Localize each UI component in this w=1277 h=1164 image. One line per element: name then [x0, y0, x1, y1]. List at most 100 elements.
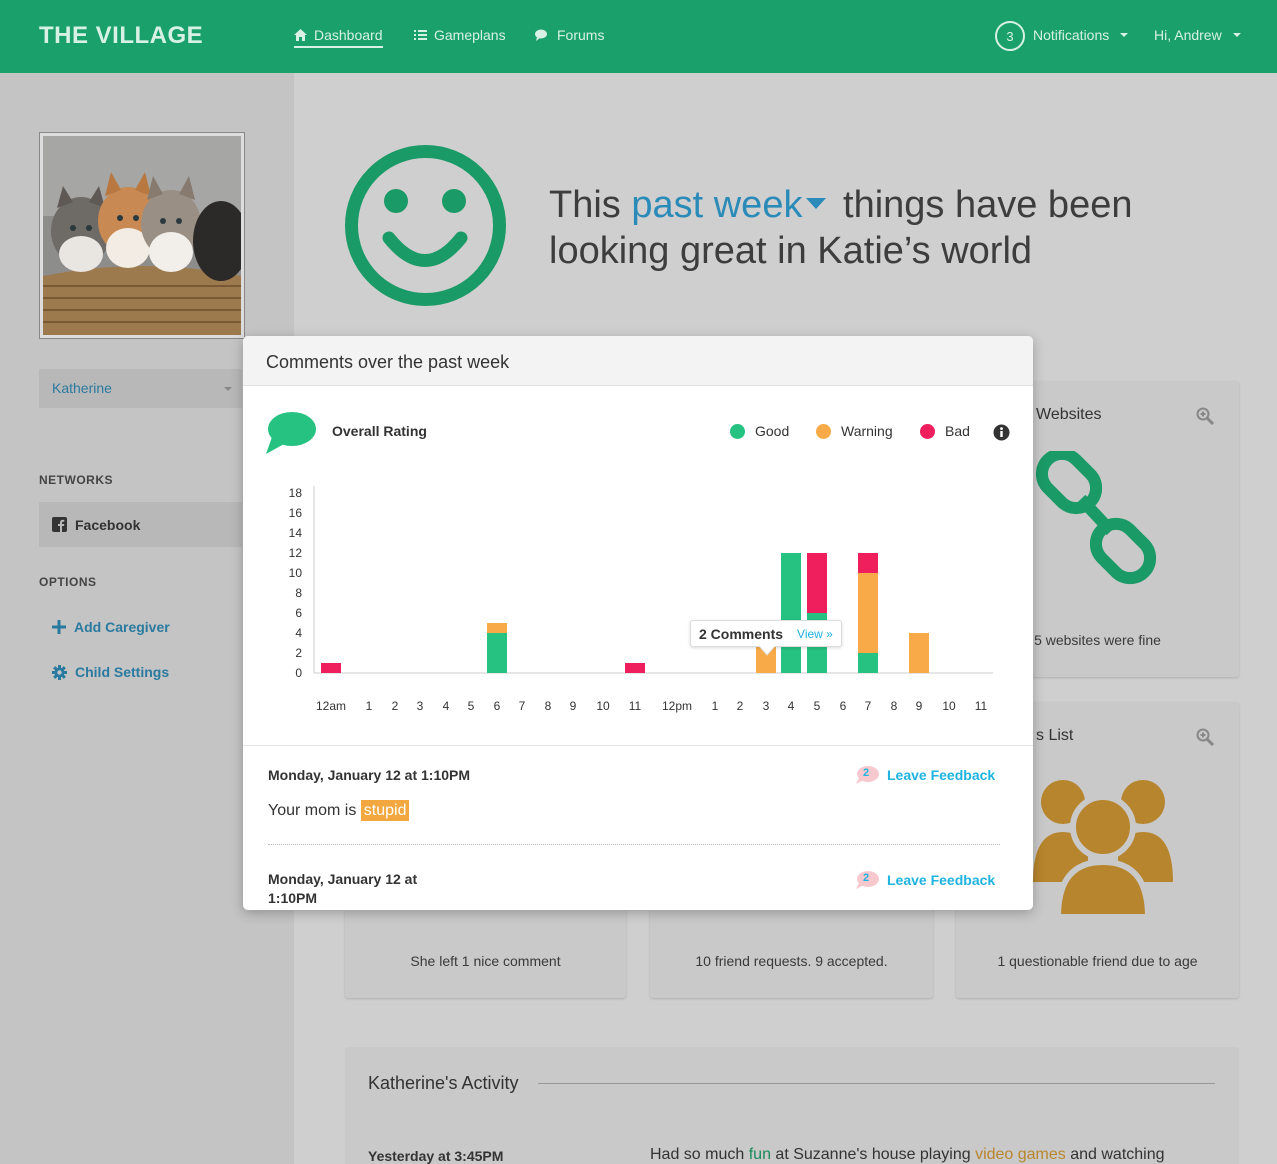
- activity-panel: Katherine's Activity Yesterday at 3:45PM…: [345, 1047, 1239, 1164]
- user-menu-label: Hi, Andrew: [1154, 27, 1222, 43]
- kittens-photo: [43, 136, 249, 335]
- legend-label: Bad: [945, 423, 970, 439]
- leave-feedback-link[interactable]: 2 Leave Feedback: [855, 765, 995, 785]
- tooltip-view-link[interactable]: View »: [797, 627, 833, 641]
- y-tick-label: 4: [295, 626, 302, 640]
- x-tick-label: 3: [763, 699, 770, 713]
- chevron-down-icon[interactable]: [806, 198, 827, 210]
- bar-segment-warning[interactable]: [858, 573, 878, 653]
- x-tick-label: 10: [596, 699, 610, 713]
- x-tick-label: 12pm: [662, 699, 692, 713]
- legend-dot: [816, 423, 831, 439]
- bar-segment-bad[interactable]: [807, 553, 827, 613]
- bar-segment-warning[interactable]: [487, 623, 507, 633]
- comment-date: Monday, January 12 at 1:10PM: [268, 871, 418, 906]
- rating-row: Overall Rating Good Warning Bad: [266, 411, 1011, 455]
- x-tick-label: 6: [494, 699, 501, 713]
- add-caregiver-link[interactable]: Add Caregiver: [52, 619, 170, 635]
- notifications-dropdown[interactable]: Notifications: [1033, 27, 1129, 43]
- activity-title: Katherine's Activity: [368, 1073, 519, 1093]
- chat-icon: [535, 29, 547, 41]
- activity-text: Had so much fun at Suzanne's house playi…: [650, 1146, 1165, 1164]
- list-icon: [414, 30, 427, 40]
- y-tick-label: 6: [295, 606, 302, 620]
- comment-date: Monday, January 12 at 1:10PM: [268, 767, 471, 783]
- child-settings-link[interactable]: Child Settings: [52, 664, 169, 680]
- comments-card[interactable]: She left 1 nice comment: [345, 900, 626, 998]
- flagged-word: stupid: [360, 800, 410, 821]
- networks-heading: NETWORKS: [39, 473, 113, 487]
- legend-label: Warning: [841, 423, 893, 439]
- chevron-down-icon: [1120, 33, 1129, 37]
- bar-segment-bad[interactable]: [321, 663, 341, 673]
- modal-divider: [243, 745, 1033, 746]
- user-menu[interactable]: Hi, Andrew: [1154, 27, 1241, 43]
- overall-rating-label: Overall Rating: [332, 423, 427, 439]
- friends-list-card-title: s List: [1036, 727, 1074, 744]
- y-tick-label: 14: [289, 526, 303, 540]
- tooltip-pointer: [759, 646, 775, 656]
- x-tick-label: 5: [814, 699, 821, 713]
- nav-dashboard-label: Dashboard: [314, 27, 383, 43]
- feedback-count: 2: [863, 872, 870, 884]
- bar-segment-bad[interactable]: [858, 553, 878, 573]
- hero-prefix: This: [549, 184, 632, 226]
- bar-segment-good[interactable]: [781, 553, 801, 673]
- nav-forums-label: Forums: [557, 27, 605, 43]
- nav-gameplans[interactable]: Gameplans: [414, 27, 506, 43]
- comment-text-part: Your mom is: [268, 802, 361, 819]
- x-tick-label: 7: [519, 699, 526, 713]
- x-tick-label: 11: [629, 699, 642, 713]
- leave-feedback-link[interactable]: 2 Leave Feedback: [855, 870, 995, 890]
- speech-bubble-icon: [266, 412, 316, 454]
- brand-logo[interactable]: THE VILLAGE: [39, 22, 203, 50]
- x-tick-label: 6: [840, 699, 847, 713]
- legend-good: Good: [730, 423, 789, 439]
- bar-segment-good[interactable]: [487, 633, 507, 673]
- y-tick-label: 8: [295, 586, 302, 600]
- nav-dashboard[interactable]: Dashboard: [294, 27, 383, 48]
- info-icon[interactable]: [993, 424, 1010, 441]
- link-chain-icon: [1035, 451, 1157, 585]
- legend-bad: Bad: [920, 423, 970, 439]
- friend-requests-card[interactable]: 10 friend requests. 9 accepted.: [650, 900, 933, 998]
- comment-text: Your mom is stupid: [268, 800, 410, 821]
- gear-icon: [52, 664, 67, 680]
- modal-header: Comments over the past week: [243, 336, 1033, 386]
- bar-segment-warning[interactable]: [909, 633, 929, 673]
- network-facebook[interactable]: Facebook: [39, 502, 242, 547]
- top-navbar: THE VILLAGE Dashboard Gameplans Forums 3…: [0, 0, 1277, 73]
- chevron-down-icon: [224, 387, 232, 391]
- nav-forums[interactable]: Forums: [535, 27, 604, 43]
- add-caregiver-label: Add Caregiver: [74, 619, 170, 635]
- x-tick-label: 1: [366, 699, 373, 713]
- zoom-in-icon[interactable]: [1196, 407, 1214, 425]
- activity-text-part: at Suzanne's house playing: [770, 1146, 976, 1163]
- x-tick-label: 7: [865, 699, 872, 713]
- child-settings-label: Child Settings: [75, 664, 170, 680]
- x-tick-label: 1: [712, 699, 719, 713]
- notifications-count-badge[interactable]: 3: [995, 21, 1025, 51]
- child-avatar: [39, 132, 249, 339]
- bar-segment-bad[interactable]: [625, 663, 645, 673]
- chart-tooltip: 2 Comments View »: [690, 620, 842, 647]
- period-selector[interactable]: past week: [631, 184, 802, 226]
- websites-card-title: Websites: [1036, 406, 1102, 423]
- modal-title: Comments over the past week: [266, 352, 510, 372]
- notifications-label: Notifications: [1033, 27, 1110, 43]
- hero-summary: This past week things have been looking …: [549, 182, 1249, 274]
- x-tick-label: 4: [788, 699, 795, 713]
- network-facebook-label: Facebook: [75, 516, 141, 533]
- comment-separator: [268, 844, 1000, 845]
- y-tick-label: 12: [289, 546, 303, 560]
- zoom-in-icon[interactable]: [1196, 728, 1214, 746]
- facebook-icon: [52, 517, 67, 532]
- bar-segment-good[interactable]: [858, 653, 878, 673]
- y-tick-label: 16: [289, 506, 303, 520]
- child-select[interactable]: Katherine: [39, 369, 242, 408]
- legend-dot: [730, 423, 745, 439]
- options-heading: OPTIONS: [39, 575, 97, 589]
- x-tick-label: 10: [942, 699, 956, 713]
- x-tick-label: 8: [545, 699, 552, 713]
- legend-dot: [920, 423, 935, 439]
